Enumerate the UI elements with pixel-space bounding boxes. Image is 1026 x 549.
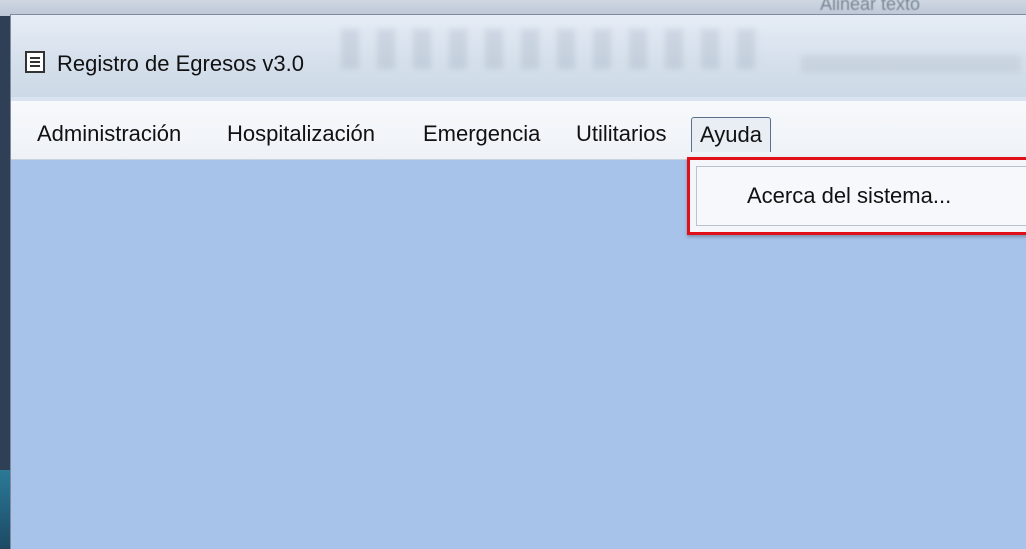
ayuda-dropdown-menu: Acerca del sistema... [687,157,1026,235]
window-title: Registro de Egresos v3.0 [57,51,305,76]
menu-administracion[interactable]: Administración [33,117,185,151]
app-window: Registro de Egresos v3.0 Administración … [10,14,1026,549]
menu-bar: Administración Hospitalización Emergenci… [11,101,1026,160]
menu-item-acerca-del-sistema[interactable]: Acerca del sistema... [747,183,951,209]
title-bar[interactable]: Registro de Egresos v3.0 [11,15,1026,97]
menu-hospitalizacion[interactable]: Hospitalización [223,117,379,151]
blurred-background-text [801,55,1021,73]
background-text: Alinear texto [820,0,921,14]
blurred-background-toolbar [341,29,761,69]
menu-utilitarios[interactable]: Utilitarios [572,117,670,151]
menu-ayuda[interactable]: Ayuda [691,117,771,152]
dropdown-menu-body: Acerca del sistema... [696,166,1026,226]
app-document-icon [25,51,45,73]
menu-emergencia[interactable]: Emergencia [419,117,544,151]
